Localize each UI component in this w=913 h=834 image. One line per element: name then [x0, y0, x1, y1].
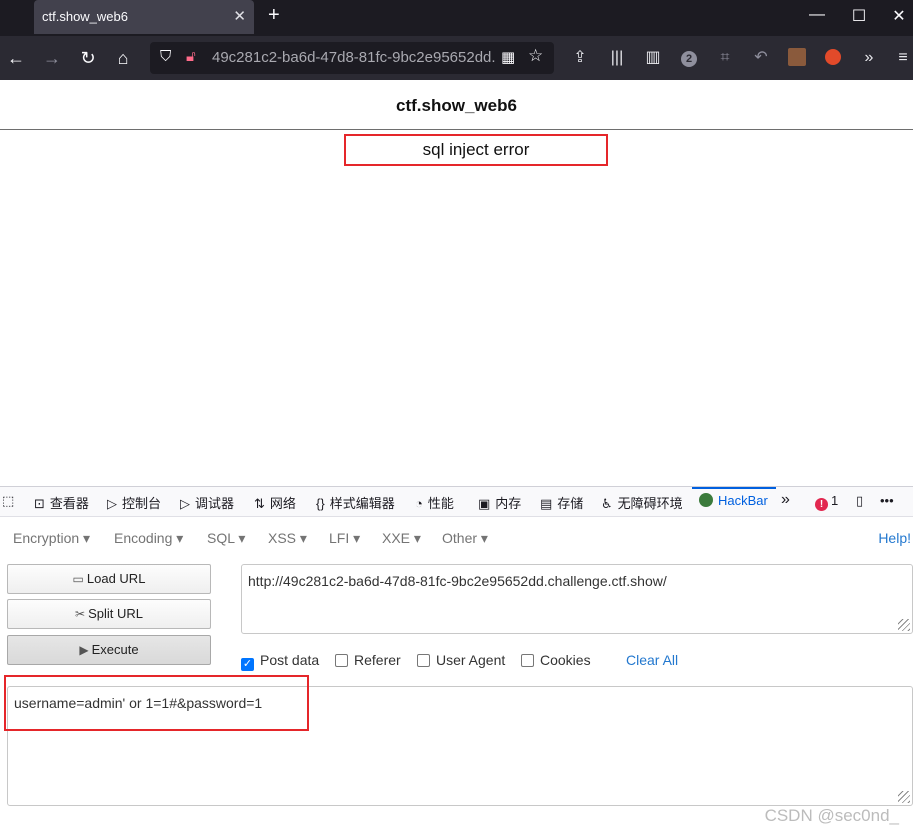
- crop-icon[interactable]: ⌗: [712, 46, 738, 70]
- performance-icon: ◔: [415, 496, 423, 511]
- resize-grip-icon[interactable]: [898, 791, 910, 803]
- reload-icon[interactable]: ↻: [75, 46, 101, 70]
- hackbar-extension-icon[interactable]: [820, 46, 846, 70]
- tab-console[interactable]: ▷ 控制台: [107, 493, 161, 512]
- address-bar[interactable]: ⛉ 🔓︎ 49c281c2-ba6d-47d8-81fc-9bc2e95652d…: [150, 42, 554, 74]
- hackbar-logo-icon: [699, 493, 713, 507]
- qr-code-icon[interactable]: ▦: [501, 48, 515, 66]
- menu-other[interactable]: Other ▾: [442, 530, 488, 547]
- tab-accessibility[interactable]: ♿ 无障碍环境: [601, 493, 683, 512]
- cookies-checkbox[interactable]: Cookies: [521, 652, 591, 668]
- inspector-icon: ⊡: [34, 496, 45, 511]
- play-icon: ▶: [79, 643, 89, 657]
- menu-encryption[interactable]: Encryption ▾: [13, 530, 90, 547]
- resize-grip-icon[interactable]: [898, 619, 910, 631]
- error-count[interactable]: ! 1: [815, 493, 838, 511]
- scissors-icon: ✂: [75, 607, 86, 621]
- close-window-icon[interactable]: ✕: [884, 6, 913, 26]
- extension-icon[interactable]: ⇪: [567, 46, 593, 70]
- error-icon: !: [815, 498, 828, 511]
- page-title: ctf.show_web6: [396, 96, 517, 115]
- menu-lfi[interactable]: LFI ▾: [329, 530, 360, 547]
- tab-inspector[interactable]: ⊡ 查看器: [34, 493, 89, 512]
- memory-icon: ▣: [478, 496, 491, 511]
- help-link[interactable]: Help!: [878, 530, 911, 546]
- post-data-checkbox[interactable]: ✓ Post data: [241, 652, 319, 671]
- tab-close-icon[interactable]: ✕: [233, 0, 246, 34]
- home-icon[interactable]: ⌂: [110, 46, 136, 70]
- menu-icon[interactable]: ≡: [890, 46, 913, 70]
- url-text[interactable]: 49c281c2-ba6d-47d8-81fc-9bc2e95652dd.: [212, 49, 497, 66]
- tab-title: ctf.show_web6: [42, 9, 128, 24]
- menu-xss[interactable]: XSS ▾: [268, 530, 307, 547]
- load-url-icon: ▭: [72, 572, 84, 586]
- clear-all-link[interactable]: Clear All: [626, 652, 678, 668]
- split-url-button[interactable]: ✂ Split URL: [7, 599, 211, 629]
- tab-ctf-show-web6[interactable]: ctf.show_web6 ✕: [34, 0, 254, 34]
- insecure-lock-icon[interactable]: 🔓︎: [186, 48, 196, 65]
- devtools-panel: ⬚ ⊡ 查看器 ▷ 控制台 ▷ 调试器 ⇅ 网络 {} 样式编辑器 ◔ 性能 ▣ 内存 ▤ 存储…: [0, 486, 913, 834]
- navigation-bar: ← → ↻ ⌂ ⛉ 🔓︎ 49c281c2-ba6d-47d8-81fc-9bc…: [0, 36, 913, 80]
- tab-debugger[interactable]: ▷ 调试器: [180, 493, 234, 512]
- responsive-design-icon[interactable]: ▯: [856, 493, 863, 509]
- devtools-options-icon[interactable]: •••: [880, 493, 894, 508]
- back-icon[interactable]: ←: [3, 46, 29, 70]
- hackbar-menu: Encryption ▾ Encoding ▾ SQL ▾ XSS ▾ LFI …: [0, 521, 913, 553]
- debugger-icon: ▷: [180, 496, 190, 511]
- watermark: CSDN @sec0nd_: [764, 806, 899, 825]
- user-agent-checkbox[interactable]: User Agent: [417, 652, 505, 668]
- storage-icon: ▤: [540, 496, 553, 511]
- url-value: http://49c281c2-ba6d-47d8-81fc-9bc2e9565…: [248, 573, 667, 589]
- bookmark-star-icon[interactable]: ☆: [528, 46, 543, 66]
- library-icon[interactable]: |||: [604, 46, 630, 70]
- error-message: sql inject error: [344, 134, 608, 166]
- referer-checkbox[interactable]: Referer: [335, 652, 401, 668]
- post-data-highlight: [4, 675, 309, 731]
- undo-icon[interactable]: ↶: [748, 46, 774, 70]
- title-bar: ctf.show_web6 ✕ + — ☐ ✕: [0, 0, 913, 36]
- tab-hackbar[interactable]: HackBar: [699, 493, 768, 508]
- more-tabs-icon[interactable]: »: [781, 491, 790, 509]
- minimize-icon[interactable]: —: [802, 6, 832, 24]
- sidebar-icon[interactable]: ▥: [640, 46, 666, 70]
- tab-storage[interactable]: ▤ 存储: [540, 493, 583, 512]
- url-textarea[interactable]: http://49c281c2-ba6d-47d8-81fc-9bc2e9565…: [241, 564, 913, 634]
- maximize-icon[interactable]: ☐: [844, 6, 874, 26]
- load-url-button[interactable]: ▭ Load URL: [7, 564, 211, 594]
- execute-button[interactable]: ▶ Execute: [7, 635, 211, 665]
- devtools-toolbar: ⬚ ⊡ 查看器 ▷ 控制台 ▷ 调试器 ⇅ 网络 {} 样式编辑器 ◔ 性能 ▣ 内存 ▤ 存储…: [0, 487, 913, 517]
- accessibility-icon: ♿: [601, 496, 613, 511]
- element-picker-icon[interactable]: ⬚: [2, 493, 14, 509]
- page-header: ctf.show_web6: [0, 80, 913, 130]
- network-icon: ⇅: [254, 496, 265, 511]
- shield-icon[interactable]: ⛉: [160, 48, 171, 65]
- notification-badge[interactable]: 2: [676, 46, 702, 70]
- tab-network[interactable]: ⇅ 网络: [254, 493, 296, 512]
- console-icon: ▷: [107, 496, 117, 511]
- overflow-chevron-icon[interactable]: »: [856, 46, 882, 70]
- avatar-extension-icon[interactable]: [784, 46, 810, 70]
- menu-encoding[interactable]: Encoding ▾: [114, 530, 183, 547]
- style-editor-icon: {}: [316, 496, 325, 511]
- new-tab-icon[interactable]: +: [268, 4, 280, 27]
- menu-sql[interactable]: SQL ▾: [207, 530, 245, 547]
- tab-style-editor[interactable]: {} 样式编辑器: [316, 493, 395, 512]
- forward-icon[interactable]: →: [39, 46, 65, 70]
- checkmark-icon: ✓: [241, 658, 254, 671]
- tab-memory[interactable]: ▣ 内存: [478, 493, 521, 512]
- tab-performance[interactable]: ◔ 性能: [415, 493, 454, 512]
- menu-xxe[interactable]: XXE ▾: [382, 530, 421, 547]
- active-tab-indicator: [692, 487, 776, 489]
